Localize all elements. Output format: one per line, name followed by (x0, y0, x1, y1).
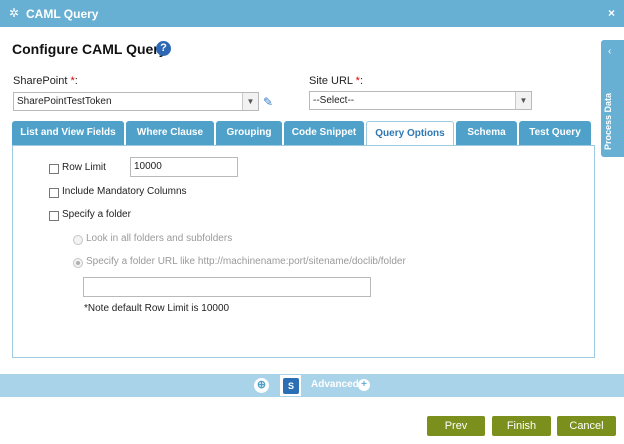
process-data-tab[interactable]: ‹ Process Data (601, 40, 624, 157)
globe-icon[interactable]: ⊕ (254, 378, 269, 393)
page-title: Configure CAML Query (12, 41, 167, 57)
pencil-icon[interactable]: ✎ (263, 95, 273, 109)
chevron-left-icon: ‹ (608, 46, 612, 57)
row-limit-note: *Note default Row Limit is 10000 (84, 303, 230, 314)
sharepoint-select[interactable]: SharePointTestToken ▼ (13, 92, 259, 111)
gear-icon: ✲ (9, 6, 20, 20)
site-url-label: Site URL *: (309, 75, 363, 87)
tab-list-and-view-fields[interactable]: List and View Fields (12, 121, 124, 145)
bottom-toolbar: ⊕ S Advanced + (0, 374, 624, 397)
cancel-button[interactable]: Cancel (557, 416, 616, 436)
tab-query-options[interactable]: Query Options (366, 121, 454, 146)
sharepoint-select-value: SharePointTestToken (17, 96, 112, 107)
plus-icon[interactable]: + (358, 379, 370, 391)
chevron-down-icon[interactable]: ▼ (515, 92, 531, 109)
sharepoint-label-text: SharePoint (13, 75, 71, 87)
prev-button[interactable]: Prev (427, 416, 485, 436)
window-title: CAML Query (26, 7, 99, 21)
process-data-label: Process Data (603, 92, 613, 150)
specify-folder-checkbox[interactable] (49, 211, 59, 221)
all-folders-label: Look in all folders and subfolders (86, 233, 233, 244)
chevron-down-icon[interactable]: ▼ (242, 93, 258, 110)
tab-where-clause[interactable]: Where Clause (126, 121, 214, 145)
site-url-select[interactable]: --Select-- ▼ (309, 91, 532, 110)
row-limit-label: Row Limit (62, 162, 106, 173)
row-limit-input[interactable]: 10000 (130, 157, 238, 177)
include-mandatory-columns-label: Include Mandatory Columns (62, 186, 187, 197)
folder-url-input[interactable] (83, 277, 371, 297)
site-url-select-value: --Select-- (313, 95, 355, 106)
sharepoint-icon[interactable]: S (280, 375, 301, 396)
folder-url-radio[interactable] (73, 258, 83, 268)
tab-schema[interactable]: Schema (456, 121, 517, 145)
title-bar: ✲ CAML Query × (0, 0, 624, 27)
finish-button[interactable]: Finish (492, 416, 551, 436)
include-mandatory-columns-checkbox[interactable] (49, 188, 59, 198)
sharepoint-label: SharePoint *: (13, 75, 78, 87)
all-folders-radio[interactable] (73, 235, 83, 245)
folder-url-label: Specify a folder URL like http://machine… (86, 256, 406, 267)
site-url-label-text: Site URL (309, 75, 356, 87)
sharepoint-icon-glyph: S (283, 378, 299, 394)
tab-code-snippet[interactable]: Code Snippet (284, 121, 364, 145)
tab-test-query[interactable]: Test Query (519, 121, 591, 145)
advanced-label[interactable]: Advanced (311, 379, 359, 390)
tab-grouping[interactable]: Grouping (216, 121, 282, 145)
query-options-panel: Row Limit 10000 Include Mandatory Column… (12, 145, 595, 358)
help-icon[interactable]: ? (156, 41, 171, 56)
specify-folder-label: Specify a folder (62, 209, 131, 220)
label-colon: : (74, 75, 78, 87)
close-icon[interactable]: × (608, 6, 615, 20)
row-limit-checkbox[interactable] (49, 164, 59, 174)
label-colon: : (359, 75, 364, 87)
